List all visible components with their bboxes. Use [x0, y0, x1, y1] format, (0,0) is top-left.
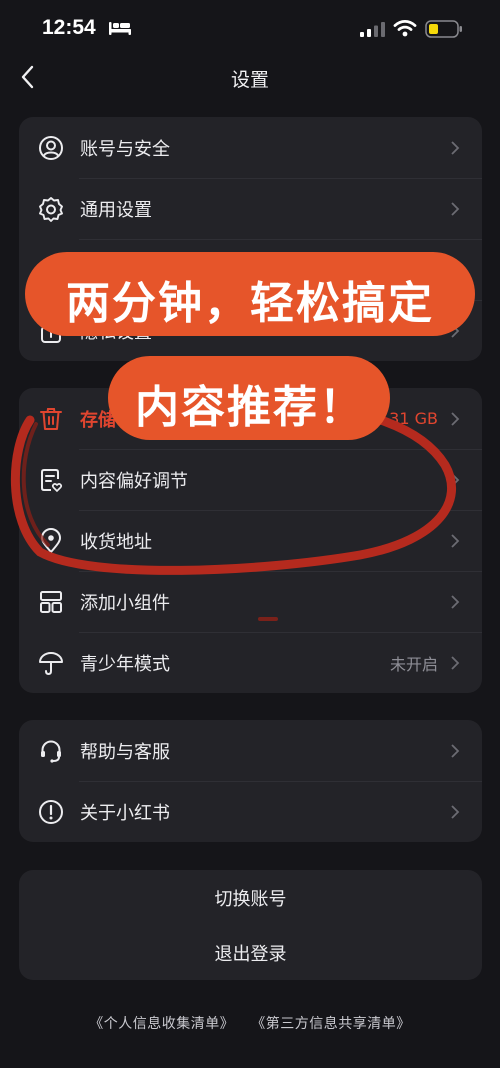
- chevron-right-icon: [451, 744, 460, 758]
- teen-mode-status: 未开启: [389, 654, 438, 674]
- overlay-title-line2: 内容推荐！: [135, 382, 365, 433]
- logout-button[interactable]: 退出登录: [19, 925, 482, 980]
- settings-row-about[interactable]: 关于小红书: [19, 781, 482, 842]
- row-label: 青少年模式: [80, 653, 170, 675]
- chevron-right-icon: [451, 202, 460, 216]
- bed-icon: [109, 22, 131, 35]
- settings-row-general[interactable]: 通用设置: [19, 178, 482, 239]
- battery-icon: [425, 20, 462, 38]
- nav-bar: 设置: [0, 58, 500, 98]
- wifi-icon: [393, 19, 417, 37]
- personal-info-list-link[interactable]: 《个人信息收集清单》: [89, 1016, 234, 1032]
- widget-icon: [40, 591, 62, 613]
- row-label: 账号与安全: [80, 138, 170, 160]
- overlay-title-line1: 两分钟，轻松搞定: [66, 278, 434, 329]
- chevron-right-icon: [451, 141, 460, 155]
- status-bar: 12:54: [0, 0, 500, 58]
- headset-icon: [41, 740, 61, 763]
- signal-icon: [360, 22, 385, 37]
- row-label: 通用设置: [80, 199, 152, 221]
- settings-row-account-security[interactable]: 账号与安全: [19, 117, 482, 178]
- account-actions: 切换账号 退出登录: [19, 870, 482, 980]
- gear-icon: [39, 197, 63, 222]
- annotation-dash: [258, 617, 278, 621]
- third-party-share-list-link[interactable]: 《第三方信息共享清单》: [251, 1016, 411, 1032]
- user-circle-icon: [39, 136, 63, 160]
- settings-row-help[interactable]: 帮助与客服: [19, 720, 482, 781]
- row-label: 关于小红书: [80, 802, 170, 824]
- settings-group-help: 帮助与客服 关于小红书: [19, 720, 482, 842]
- footer-links: 《个人信息收集清单》 《第三方信息共享清单》: [0, 1013, 500, 1033]
- settings-row-teen-mode[interactable]: 青少年模式 未开启: [19, 632, 482, 693]
- info-icon: [39, 800, 63, 824]
- chevron-right-icon: [451, 805, 460, 819]
- umbrella-icon: [39, 652, 63, 676]
- row-label: 添加小组件: [80, 592, 170, 614]
- settings-row-widget[interactable]: 添加小组件: [19, 571, 482, 632]
- row-label: 帮助与客服: [80, 741, 170, 763]
- switch-account-button[interactable]: 切换账号: [19, 870, 482, 925]
- chevron-right-icon: [451, 656, 460, 670]
- chevron-right-icon: [451, 595, 460, 609]
- page-title: 设置: [230, 69, 269, 91]
- status-time: 12:54: [42, 16, 96, 39]
